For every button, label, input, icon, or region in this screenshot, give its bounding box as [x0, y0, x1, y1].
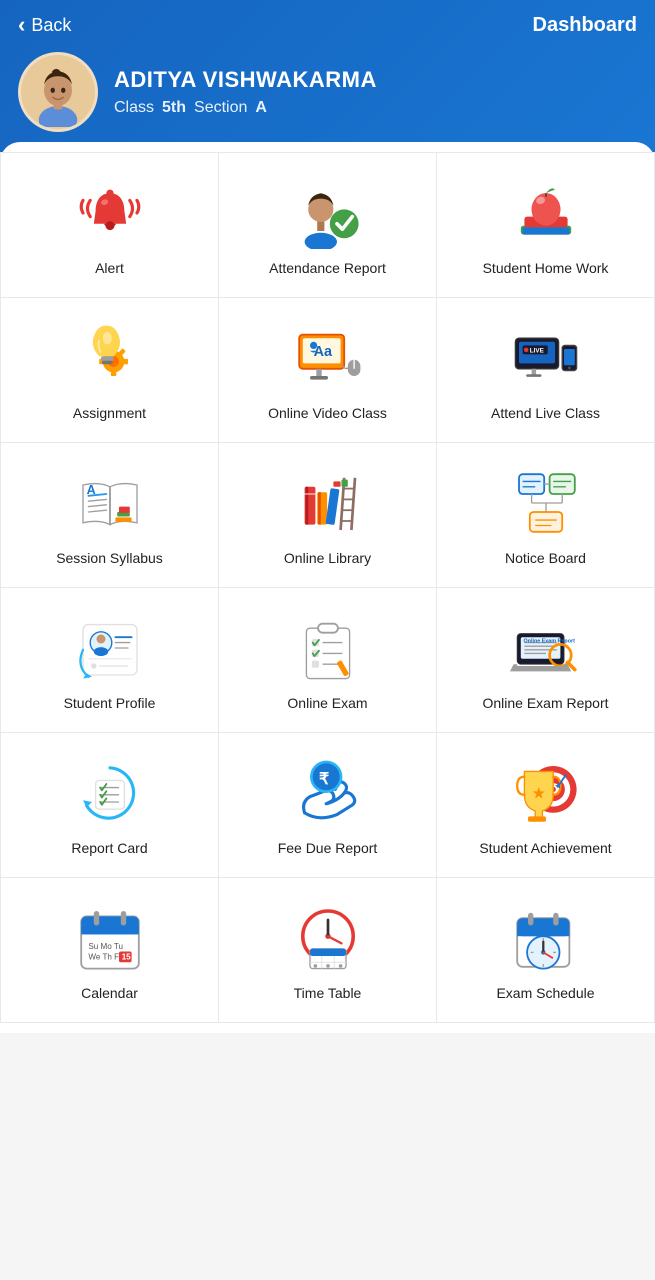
online-exam-icon	[292, 612, 364, 684]
calendar-label: Calendar	[81, 984, 138, 1002]
online-video-class-icon: Aa	[292, 322, 364, 394]
attendance-report-label: Attendance Report	[269, 259, 386, 277]
svg-text:★: ★	[531, 784, 546, 802]
student-achievement-label: Student Achievement	[479, 839, 611, 857]
svg-text:Online Exam Report: Online Exam Report	[523, 639, 575, 645]
fee-due-report-label: Fee Due Report	[278, 839, 378, 857]
svg-text:We Th Fr: We Th Fr	[88, 953, 122, 962]
student-achievement-icon: ★	[510, 757, 582, 829]
svg-text:LIVE: LIVE	[529, 348, 543, 355]
section-label: Section	[194, 99, 247, 117]
time-table-label: Time Table	[294, 984, 362, 1002]
avatar	[18, 52, 98, 132]
grid-item-online-library[interactable]: Online Library	[219, 443, 437, 588]
exam-schedule-icon	[510, 902, 582, 974]
grid-item-calendar[interactable]: Su Mo Tu We Th Fr 15 Calendar	[1, 878, 219, 1023]
grid-item-student-profile[interactable]: Student Profile	[1, 588, 219, 733]
notice-board-icon	[510, 467, 582, 539]
grid-item-attend-live-class[interactable]: LIVE Attend Live Class	[437, 298, 655, 443]
notice-board-label: Notice Board	[505, 549, 586, 567]
time-table-icon	[292, 902, 364, 974]
online-library-label: Online Library	[284, 549, 371, 567]
grid-item-exam-schedule[interactable]: Exam Schedule	[437, 878, 655, 1023]
grid-item-online-exam-report[interactable]: Online Exam Report Online Exam Report	[437, 588, 655, 733]
grid-item-alert[interactable]: Alert	[1, 153, 219, 298]
svg-text:A: A	[86, 483, 95, 497]
attendance-report-icon	[292, 177, 364, 249]
student-name: ADITYA VISHWAKARMA	[114, 67, 377, 93]
grid-item-online-video-class[interactable]: Aa Online Video Class	[219, 298, 437, 443]
grid-item-student-achievement[interactable]: ★ Student Achievement	[437, 733, 655, 878]
class-value: 5th	[162, 99, 186, 117]
profile-row: ADITYA VISHWAKARMA Class 5th Section A	[18, 52, 637, 132]
grid-item-online-exam[interactable]: Online Exam	[219, 588, 437, 733]
grid-item-student-homework[interactable]: Student Home Work	[437, 153, 655, 298]
grid-item-attendance-report[interactable]: Attendance Report	[219, 153, 437, 298]
section-value: A	[255, 99, 267, 117]
online-exam-label: Online Exam	[287, 694, 367, 712]
grid-item-time-table[interactable]: Time Table	[219, 878, 437, 1023]
report-card-label: Report Card	[71, 839, 147, 857]
back-button[interactable]: ‹ Back	[18, 12, 71, 38]
header: ‹ Back Dashboard	[0, 0, 655, 152]
alert-label: Alert	[95, 259, 124, 277]
calendar-icon: Su Mo Tu We Th Fr 15	[74, 902, 146, 974]
alert-icon	[74, 177, 146, 249]
online-library-icon	[292, 467, 364, 539]
session-syllabus-icon: A	[74, 467, 146, 539]
class-section-row: Class 5th Section A	[114, 99, 377, 117]
profile-info: ADITYA VISHWAKARMA Class 5th Section A	[114, 67, 377, 117]
report-card-icon	[74, 757, 146, 829]
session-syllabus-label: Session Syllabus	[56, 549, 163, 567]
assignment-icon	[74, 322, 146, 394]
menu-grid: Alert Attendance Report Student Home Wor…	[0, 152, 655, 1023]
grid-item-fee-due-report[interactable]: ₹ Fee Due Report	[219, 733, 437, 878]
student-homework-label: Student Home Work	[483, 259, 609, 277]
back-arrow-icon: ‹	[18, 12, 25, 38]
back-label: Back	[31, 15, 71, 36]
grid-item-report-card[interactable]: Report Card	[1, 733, 219, 878]
student-homework-icon	[510, 177, 582, 249]
online-exam-report-label: Online Exam Report	[482, 694, 608, 712]
student-profile-label: Student Profile	[64, 694, 156, 712]
svg-text:Su Mo Tu: Su Mo Tu	[88, 942, 123, 951]
exam-schedule-label: Exam Schedule	[496, 984, 594, 1002]
svg-text:₹: ₹	[319, 770, 329, 788]
online-exam-report-icon: Online Exam Report	[510, 612, 582, 684]
svg-text:15: 15	[121, 953, 130, 962]
grid-item-assignment[interactable]: Assignment	[1, 298, 219, 443]
grid-item-session-syllabus[interactable]: A Session Syllabus	[1, 443, 219, 588]
student-profile-icon	[74, 612, 146, 684]
attend-live-class-icon: LIVE	[510, 322, 582, 394]
class-label: Class	[114, 99, 154, 117]
header-top: ‹ Back Dashboard	[18, 12, 637, 38]
dashboard-title: Dashboard	[533, 14, 637, 37]
attend-live-class-label: Attend Live Class	[491, 404, 600, 422]
fee-due-report-icon: ₹	[292, 757, 364, 829]
grid-container: Alert Attendance Report Student Home Wor…	[0, 142, 655, 1033]
grid-item-notice-board[interactable]: Notice Board	[437, 443, 655, 588]
online-video-class-label: Online Video Class	[268, 404, 387, 422]
assignment-label: Assignment	[73, 404, 146, 422]
